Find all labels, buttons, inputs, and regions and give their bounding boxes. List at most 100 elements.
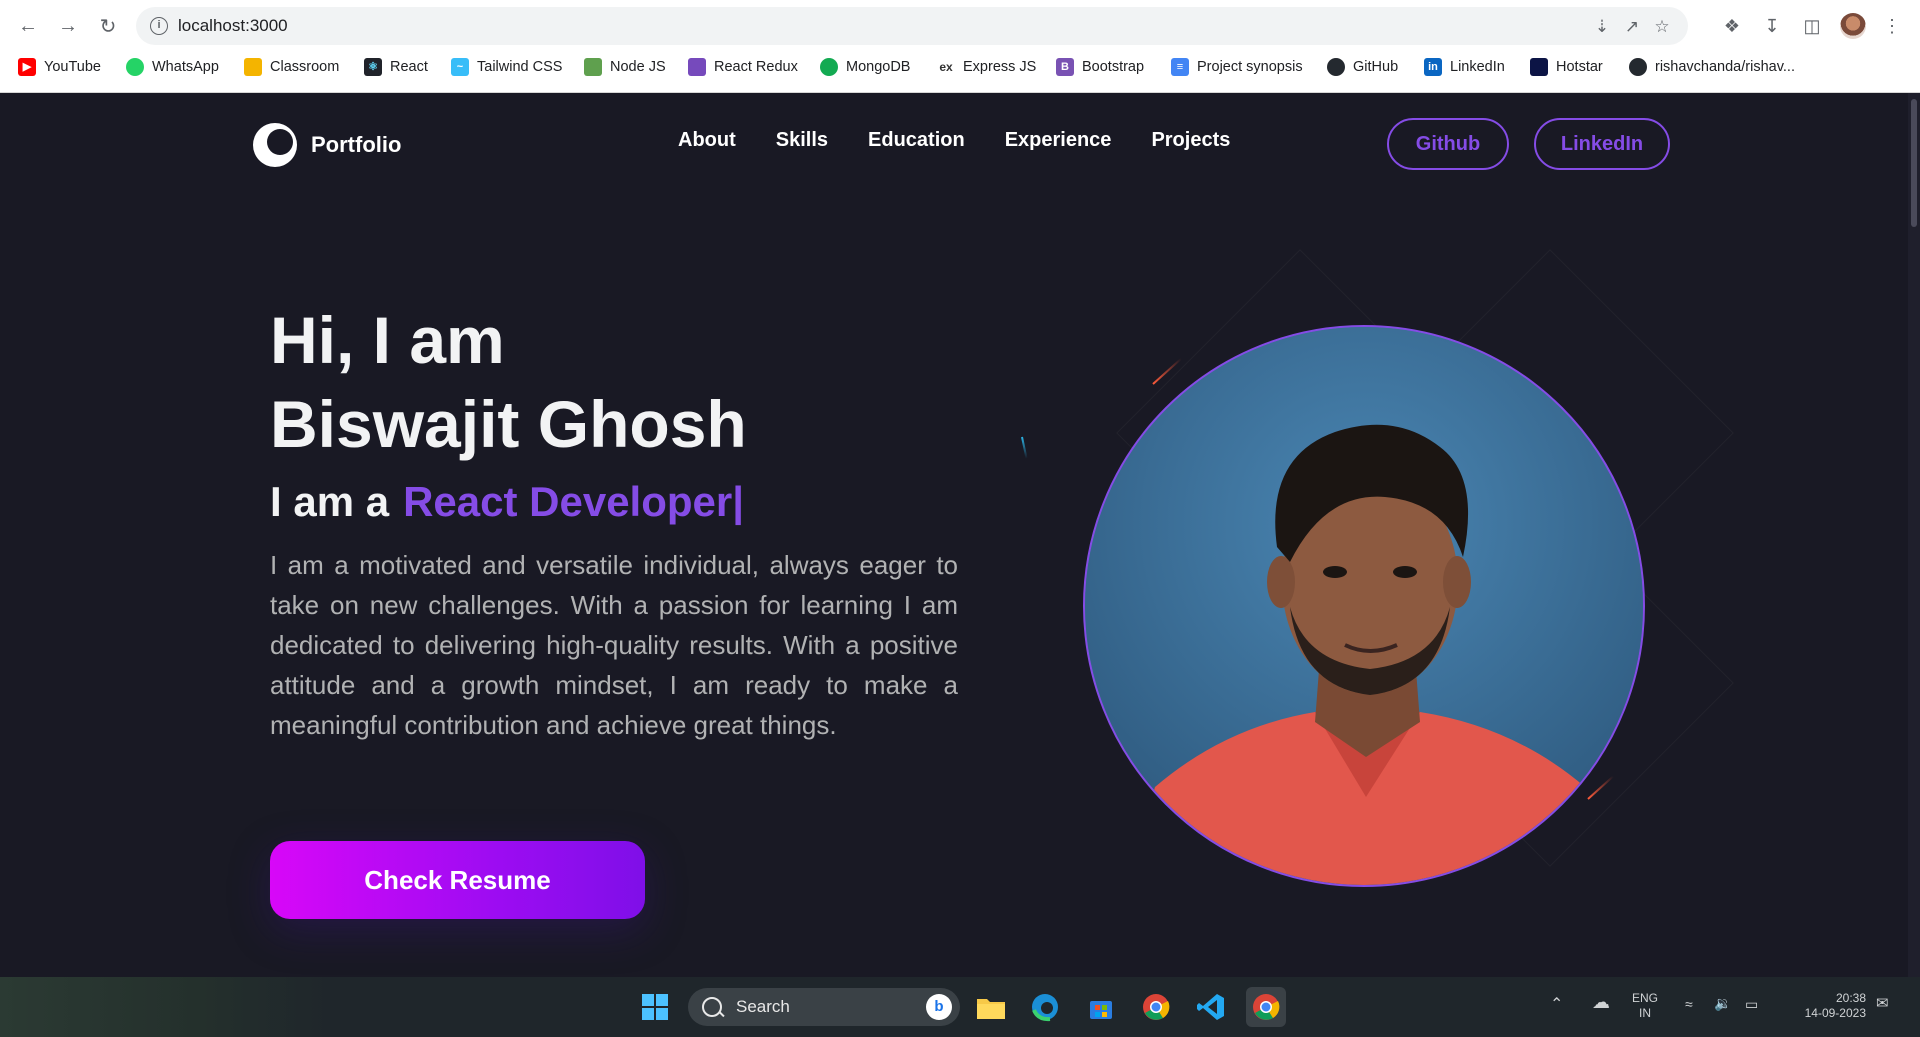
file-explorer-icon[interactable] [971,987,1011,1027]
share-icon[interactable]: ↗ [1622,17,1642,37]
page-scrollbar[interactable] [1908,93,1920,977]
bookmark-mongodb[interactable]: MongoDB [820,58,910,76]
bookmark-whatsapp[interactable]: WhatsApp [126,58,219,76]
express-icon: ex [937,58,955,76]
profile-avatar[interactable] [1840,13,1866,39]
bookmark-classroom[interactable]: Classroom [244,58,339,76]
hero-heading: Hi, I am Biswajit Ghosh [270,298,747,466]
redux-icon [688,58,706,76]
bookmark-label: Hotstar [1556,59,1603,75]
language-indicator[interactable]: ENG IN [1632,991,1658,1021]
bookmark-label: WhatsApp [152,59,219,75]
linkedin-icon: in [1424,58,1442,76]
battery-icon[interactable]: ▭ [1745,997,1758,1012]
classroom-icon [244,58,262,76]
bookmark-label: React Redux [714,59,798,75]
profile-photo [1083,325,1645,887]
bookmark-tailwind[interactable]: ~ Tailwind CSS [451,58,562,76]
brand-name: Portfolio [311,132,402,157]
bookmark-linkedin[interactable]: in LinkedIn [1424,58,1505,76]
bookmark-star-icon[interactable]: ☆ [1652,17,1672,37]
edge-browser-icon[interactable] [1025,987,1065,1027]
github-icon [1327,58,1345,76]
bookmark-label: GitHub [1353,59,1399,75]
taskbar-search[interactable]: Search b [688,988,960,1026]
notifications-bell-icon[interactable]: ✉ [1876,996,1889,1011]
bookmark-express[interactable]: ex Express JS [937,58,1036,76]
microsoft-store-icon[interactable] [1081,987,1121,1027]
hero-greeting: Hi, I am [270,303,505,377]
bookmark-label: MongoDB [846,59,911,75]
volume-icon[interactable]: 🔉 [1714,996,1731,1011]
side-panel-icon[interactable]: ◫ [1800,14,1824,38]
site-info-icon[interactable]: i [150,17,168,35]
downloads-icon[interactable]: ↧ [1760,14,1784,38]
scrollbar-thumb[interactable] [1911,99,1917,227]
nav-link-projects[interactable]: Projects [1151,129,1230,152]
hero-name: Biswajit Ghosh [270,387,747,461]
mongodb-icon [820,58,838,76]
bing-icon[interactable]: b [926,994,952,1020]
bootstrap-icon: B [1056,58,1074,76]
check-resume-button[interactable]: Check Resume [270,841,645,919]
search-icon [702,997,722,1017]
address-bar[interactable]: i localhost:3000 ⇣ ↗ ☆ [136,7,1688,45]
bookmarks-bar: ▶ YouTube WhatsApp Classroom ⚛ React ~ Tail… [0,55,1920,83]
forward-arrow-icon[interactable]: → [54,12,82,40]
bookmark-label: Express JS [963,59,1037,75]
onedrive-cloud-icon[interactable]: ☁ [1592,993,1610,1011]
bookmark-label: YouTube [44,59,101,75]
chrome-icon[interactable] [1136,987,1176,1027]
reload-icon[interactable]: ↻ [94,12,122,40]
profile-portrait-illustration [1085,327,1643,885]
browser-menu-icon[interactable]: ⋮ [1880,14,1904,38]
nav-link-education[interactable]: Education [868,129,965,152]
region-code: IN [1639,1006,1651,1020]
main-nav: About Skills Education Experience Projec… [678,129,1230,152]
bookmark-label: LinkedIn [1450,59,1505,75]
language-code: ENG [1632,991,1659,1005]
bookmark-label: React [390,59,428,75]
nav-link-experience[interactable]: Experience [1005,129,1112,152]
bookmark-label: rishavchanda/rishav... [1655,59,1795,75]
logo-icon [253,123,297,167]
bookmark-nodejs[interactable]: Node JS [584,58,666,76]
address-url[interactable]: localhost:3000 [178,16,288,36]
portfolio-page: Portfolio About Skills Education Experie… [0,93,1920,977]
nav-link-skills[interactable]: Skills [776,129,828,152]
vscode-icon[interactable] [1191,987,1231,1027]
bookmark-bootstrap[interactable]: B Bootstrap [1056,58,1144,76]
react-icon: ⚛ [364,58,382,76]
wifi-icon[interactable]: ≈ [1685,997,1693,1012]
bookmark-youtube[interactable]: ▶ YouTube [18,58,101,76]
hero-description: I am a motivated and versatile individua… [270,550,958,740]
bookmark-label: Project synopsis [1197,59,1303,75]
back-arrow-icon[interactable]: ← [14,12,42,40]
bookmark-react[interactable]: ⚛ React [364,58,428,76]
decorative-streak [1021,436,1028,459]
install-app-icon[interactable]: ⇣ [1592,17,1612,37]
nav-link-about[interactable]: About [678,129,736,152]
taskbar-wallpaper-peek [0,977,330,1037]
linkedin-button[interactable]: LinkedIn [1534,118,1670,170]
github-button[interactable]: Github [1387,118,1509,170]
browser-chrome: ← → ↻ i localhost:3000 ⇣ ↗ ☆ ❖ ↧ ◫ ⋮ ▶ Yo… [0,0,1920,93]
windows-taskbar: Search b ⌃ ☁ ENG IN ≈ 🔉 ▭ 20:38 14-09-20… [0,977,1920,1037]
windows-start-icon[interactable] [635,987,675,1027]
tailwind-icon: ~ [451,58,469,76]
site-logo[interactable]: Portfolio [253,123,401,167]
github-icon [1629,58,1647,76]
bookmark-github[interactable]: GitHub [1327,58,1398,76]
bookmark-hotstar[interactable]: Hotstar [1530,58,1603,76]
bookmark-rishav-repo[interactable]: rishavchanda/rishav... [1629,58,1795,76]
role-prefix: I am a [270,478,390,525]
clock[interactable]: 20:38 14-09-2023 [1786,991,1866,1021]
clock-date: 14-09-2023 [1804,1006,1866,1020]
bookmark-react-redux[interactable]: React Redux [688,58,798,76]
extensions-puzzle-icon[interactable]: ❖ [1720,14,1744,38]
chrome-active-window-icon[interactable] [1246,987,1286,1027]
tray-chevron-up-icon[interactable]: ⌃ [1550,997,1563,1013]
bookmark-label: Bootstrap [1082,59,1145,75]
whatsapp-icon [126,58,144,76]
bookmark-project-synopsis[interactable]: ≡ Project synopsis [1171,58,1303,76]
